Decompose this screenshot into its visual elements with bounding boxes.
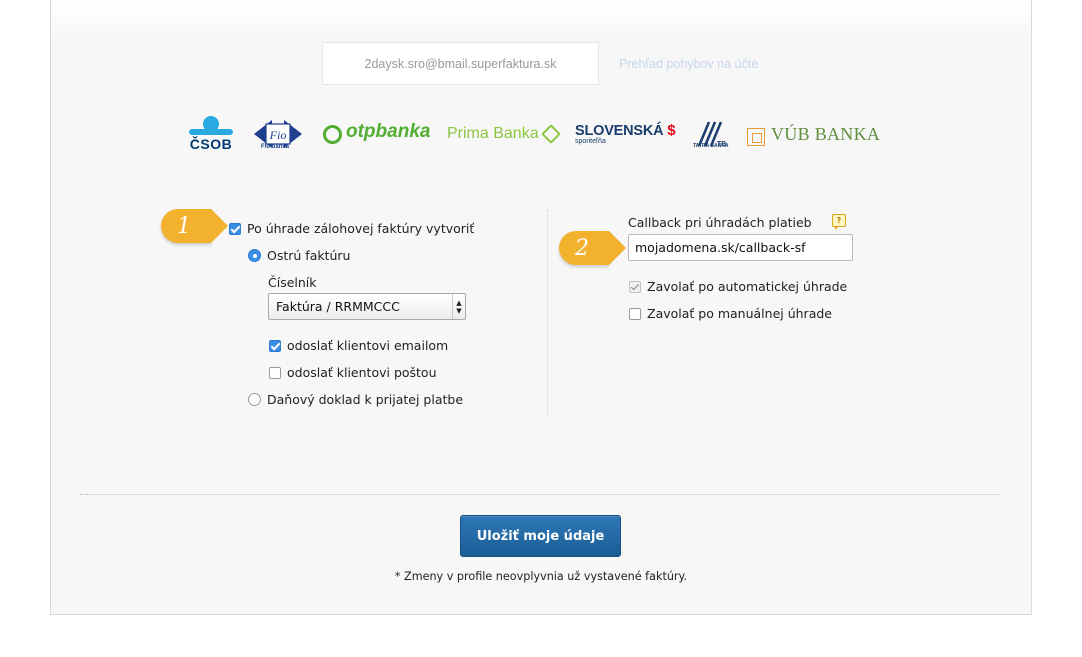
callback-url-input[interactable] [628, 234, 853, 261]
save-button[interactable]: Uložiť moje údaje [460, 515, 621, 557]
prima-logo-text: Prima Banka [447, 125, 539, 142]
auto-call-option[interactable]: Zavolať po automatickej úhrade [629, 279, 847, 294]
send-email-checkbox[interactable] [269, 339, 281, 352]
fio-logo-icon: Fio Fio banka [252, 113, 304, 155]
prima-logo-icon: Prima Banka [447, 124, 561, 144]
fio-logo-text: Fio [269, 128, 287, 142]
slsp-logo-icon: SLOVENSKÁ $ sporiteľňa [575, 122, 676, 145]
vub-logo-icon: VÚB BANKA [747, 124, 881, 146]
account-movements-link[interactable]: Prehľad pohybov na účte [619, 57, 758, 71]
step-1-badge: 1 [161, 209, 228, 243]
tax-doc-label: Daňový doklad k prijatej platbe [267, 392, 464, 407]
send-post-label: odoslať klientovi poštou [287, 365, 437, 380]
manual-call-checkbox[interactable] [629, 307, 641, 320]
tatra-logo-icon: TB TATRA BANKA [693, 115, 729, 153]
auto-call-label: Zavolať po automatickej úhrade [647, 279, 848, 294]
sharp-invoice-option[interactable]: Ostrú faktúru [248, 248, 350, 263]
bank-email-display: 2daysk.sro@bmail.superfaktura.sk [322, 42, 599, 85]
numbering-select[interactable]: Faktúra / RRMMCCC ▲ ▼ [268, 293, 466, 320]
tatra-logo-subtext: TATRA BANKA [693, 143, 729, 149]
send-email-label: odoslať klientovi emailom [287, 338, 449, 353]
tax-doc-radio[interactable] [248, 393, 261, 406]
otp-logo-text: otpbanka [346, 121, 431, 142]
slsp-logo-text: SLOVENSKÁ [575, 123, 664, 139]
send-post-option[interactable]: odoslať klientovi poštou [269, 365, 437, 380]
section-divider [80, 494, 1000, 495]
numbering-label-row: Číselník [268, 275, 317, 290]
numbering-label: Číselník [268, 275, 317, 290]
manual-call-option[interactable]: Zavolať po manuálnej úhrade [629, 306, 832, 321]
select-arrows-icon[interactable]: ▲ ▼ [452, 294, 465, 319]
csob-logo-icon: ČSOB [188, 115, 234, 153]
callback-label: Callback pri úhradách platieb [628, 215, 812, 230]
step-1-number: 1 [177, 213, 191, 239]
vub-logo-text: VÚB BANKA [771, 124, 881, 144]
panel-top-fade [51, 0, 1031, 40]
create-invoice-checkbox[interactable] [229, 222, 241, 235]
step-2-number: 2 [575, 235, 589, 261]
sharp-invoice-label: Ostrú faktúru [267, 248, 351, 263]
column-divider [547, 210, 548, 416]
manual-call-label: Zavolať po manuálnej úhrade [647, 306, 832, 321]
csob-logo-text: ČSOB [189, 136, 233, 152]
tax-doc-option[interactable]: Daňový doklad k prijatej platbe [248, 392, 463, 407]
sharp-invoice-radio[interactable] [248, 249, 261, 262]
profile-change-note: * Zmeny v profile neovplyvnia už vystave… [394, 570, 688, 583]
fio-logo-subtext: Fio banka [261, 144, 290, 150]
help-icon[interactable]: ? [832, 214, 846, 230]
create-invoice-option[interactable]: Po úhrade zálohovej faktúry vytvoriť [229, 221, 474, 236]
callback-label-row: Callback pri úhradách platieb [628, 215, 812, 230]
create-invoice-label: Po úhrade zálohovej faktúry vytvoriť [247, 221, 475, 236]
numbering-select-value: Faktúra / RRMMCCC [276, 299, 400, 314]
auto-call-checkbox[interactable] [629, 280, 641, 293]
step-2-badge: 2 [559, 231, 626, 265]
otp-logo-icon: otpbanka [323, 121, 431, 144]
send-email-option[interactable]: odoslať klientovi emailom [269, 338, 448, 353]
save-button-label: Uložiť moje údaje [476, 528, 605, 544]
bank-email-text: 2daysk.sro@bmail.superfaktura.sk [364, 56, 557, 71]
send-post-checkbox[interactable] [269, 366, 281, 379]
slsp-logo-subtext: sporiteľňa [575, 138, 606, 145]
